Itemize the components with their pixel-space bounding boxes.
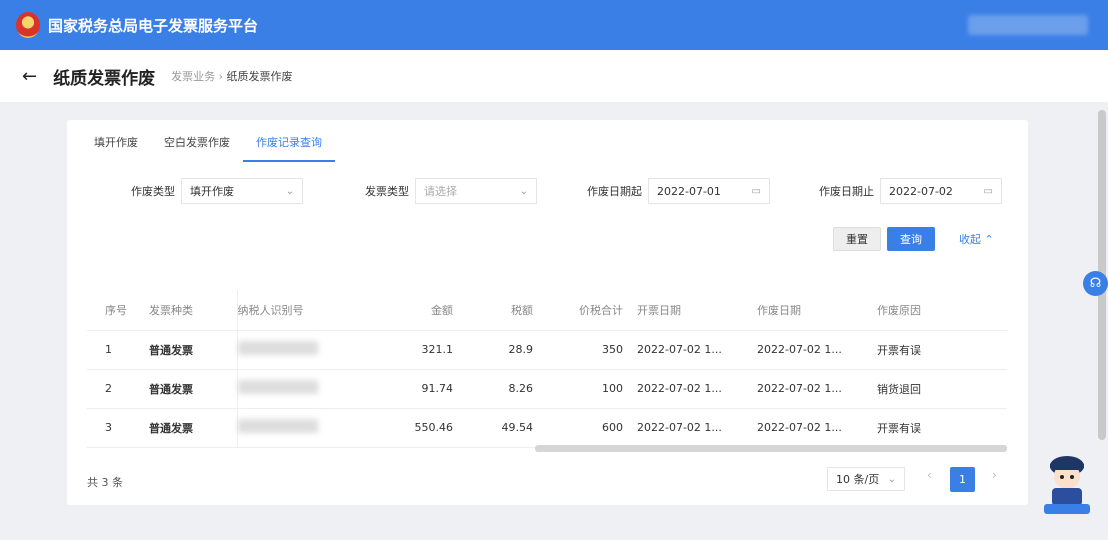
content-card: 填开作废 空白发票作废 作废记录查询 作废类型 填开作废 ⌄ 发票类型 请选择 ⌄ … bbox=[67, 120, 1028, 505]
table-cell: 600 bbox=[547, 408, 637, 448]
breadcrumb-separator: › bbox=[218, 70, 223, 83]
table-cell: 321.1 bbox=[367, 330, 467, 370]
col-header: 金额 bbox=[367, 290, 467, 331]
table-cell: 开票有误 bbox=[877, 408, 1007, 448]
table-cell: 2 bbox=[87, 369, 149, 409]
prev-page-button[interactable]: ‹ bbox=[927, 468, 932, 482]
col-header: 价税合计 bbox=[547, 290, 637, 331]
table-cell: 2022-07-02 1... bbox=[637, 369, 757, 409]
page-title: 纸质发票作废 bbox=[53, 68, 156, 89]
date-value: 2022-07-02 bbox=[889, 184, 953, 198]
tax-emblem-logo bbox=[16, 12, 40, 38]
calendar-icon: ▭ bbox=[983, 185, 993, 197]
page-size-value: 10 条/页 bbox=[836, 473, 880, 486]
filter-label: 发票类型 bbox=[365, 185, 409, 198]
page-1-button[interactable]: 1 bbox=[950, 467, 975, 492]
tabs: 填开作废 空白发票作废 作废记录查询 bbox=[81, 130, 335, 162]
table-cell bbox=[236, 408, 367, 448]
table-cell: 2022-07-02 1... bbox=[637, 408, 757, 448]
platform-title: 国家税务总局电子发票服务平台 bbox=[48, 16, 259, 35]
tab-fill-void[interactable]: 填开作废 bbox=[81, 130, 151, 162]
chevron-down-icon: ⌄ bbox=[285, 185, 294, 197]
table-cell: 2022-07-02 1... bbox=[637, 330, 757, 370]
breadcrumb: 发票业务 › 纸质发票作废 bbox=[171, 68, 292, 84]
tab-blank-void[interactable]: 空白发票作废 bbox=[151, 130, 243, 162]
filter-label: 作废类型 bbox=[131, 185, 175, 198]
query-button[interactable]: 查询 bbox=[887, 227, 935, 251]
next-page-button[interactable]: › bbox=[992, 468, 997, 482]
table-row[interactable]: 2 普通发票 91.74 8.26 100 2022-07-02 1... 2022-07-… bbox=[87, 369, 1007, 409]
horizontal-scrollbar[interactable] bbox=[535, 445, 1007, 452]
date-to-input[interactable]: 2022-07-02 ▭ bbox=[880, 178, 1002, 204]
table-cell: 开票有误 bbox=[877, 330, 1007, 370]
filter-date-to: 作废日期止 2022-07-02 ▭ bbox=[819, 178, 1002, 204]
page-header: ← 纸质发票作废 发票业务 › 纸质发票作废 bbox=[0, 50, 1108, 102]
tab-void-record-query[interactable]: 作废记录查询 bbox=[243, 130, 335, 162]
filter-date-from: 作废日期起 2022-07-01 ▭ bbox=[587, 178, 770, 204]
void-type-select[interactable]: 填开作废 ⌄ bbox=[181, 178, 303, 204]
invoice-type-select[interactable]: 请选择 ⌄ bbox=[415, 178, 537, 204]
date-from-input[interactable]: 2022-07-01 ▭ bbox=[648, 178, 770, 204]
total-count: 共 3 条 bbox=[87, 476, 123, 489]
date-value: 2022-07-01 bbox=[657, 184, 721, 198]
col-header: 发票种类 bbox=[149, 290, 237, 331]
headset-support-icon[interactable]: ☊ bbox=[1083, 271, 1108, 296]
table-cell: 8.26 bbox=[467, 369, 547, 409]
table-cell: 350 bbox=[547, 330, 637, 370]
table-cell: 普通发票 bbox=[149, 369, 237, 409]
table-cell: 28.9 bbox=[467, 330, 547, 370]
reset-button[interactable]: 重置 bbox=[833, 227, 881, 251]
void-records-table: 序号 发票种类 纳税人识别号 金额 税额 价税合计 开票日期 作废日期 作废原因… bbox=[87, 290, 1007, 448]
select-placeholder: 请选择 bbox=[424, 185, 457, 198]
table-cell: 49.54 bbox=[467, 408, 547, 448]
collapse-label: 收起 bbox=[959, 233, 981, 246]
col-header: 作废原因 bbox=[877, 290, 1007, 331]
chevron-up-icon: ⌃ bbox=[984, 232, 994, 246]
table-cell: 普通发票 bbox=[149, 330, 237, 370]
back-arrow-icon[interactable]: ← bbox=[22, 66, 37, 87]
redacted-taxpayer-id bbox=[237, 341, 318, 355]
filter-invoice-type: 发票类型 请选择 ⌄ bbox=[365, 178, 537, 204]
table-cell: 2022-07-02 1... bbox=[757, 369, 877, 409]
table-cell: 91.74 bbox=[367, 369, 467, 409]
select-value: 填开作废 bbox=[190, 185, 234, 198]
col-header: 纳税人识别号 bbox=[236, 290, 367, 331]
table-cell: 销货退回 bbox=[877, 369, 1007, 409]
filter-void-type: 作废类型 填开作废 ⌄ bbox=[131, 178, 303, 204]
calendar-icon: ▭ bbox=[751, 185, 761, 197]
redacted-taxpayer-id bbox=[237, 419, 318, 433]
table-cell: 2022-07-02 1... bbox=[757, 408, 877, 448]
filter-label: 作废日期起 bbox=[587, 185, 642, 198]
page-size-select[interactable]: 10 条/页 ⌄ bbox=[827, 467, 905, 491]
table-cell: 550.46 bbox=[367, 408, 467, 448]
table-cell bbox=[236, 330, 367, 370]
table-row[interactable]: 3 普通发票 550.46 49.54 600 2022-07-02 1... 2022-0… bbox=[87, 408, 1007, 448]
table-cell: 普通发票 bbox=[149, 408, 237, 448]
col-header: 税额 bbox=[467, 290, 547, 331]
col-header: 序号 bbox=[87, 290, 149, 331]
table-cell: 1 bbox=[87, 330, 149, 370]
user-info[interactable] bbox=[968, 15, 1088, 35]
table-header-row: 序号 发票种类 纳税人识别号 金额 税额 价税合计 开票日期 作废日期 作废原因 bbox=[87, 290, 1007, 331]
table-cell: 3 bbox=[87, 408, 149, 448]
chevron-down-icon: ⌄ bbox=[887, 473, 896, 485]
table-cell: 2022-07-02 1... bbox=[757, 330, 877, 370]
chevron-down-icon: ⌄ bbox=[519, 185, 528, 197]
filter-label: 作废日期止 bbox=[819, 185, 874, 198]
table-row[interactable]: 1 普通发票 321.1 28.9 350 2022-07-02 1... 2022-07-… bbox=[87, 330, 1007, 370]
mascot-assistant-icon[interactable] bbox=[1040, 448, 1094, 516]
table-cell: 100 bbox=[547, 369, 637, 409]
table-cell bbox=[236, 369, 367, 409]
breadcrumb-item[interactable]: 发票业务 bbox=[171, 70, 215, 83]
collapse-button[interactable]: 收起 ⌃ bbox=[947, 227, 1006, 251]
top-bar: 国家税务总局电子发票服务平台 bbox=[0, 0, 1108, 50]
redacted-taxpayer-id bbox=[237, 380, 318, 394]
col-header: 开票日期 bbox=[637, 290, 757, 331]
breadcrumb-current: 纸质发票作废 bbox=[226, 70, 293, 83]
col-header: 作废日期 bbox=[757, 290, 877, 331]
